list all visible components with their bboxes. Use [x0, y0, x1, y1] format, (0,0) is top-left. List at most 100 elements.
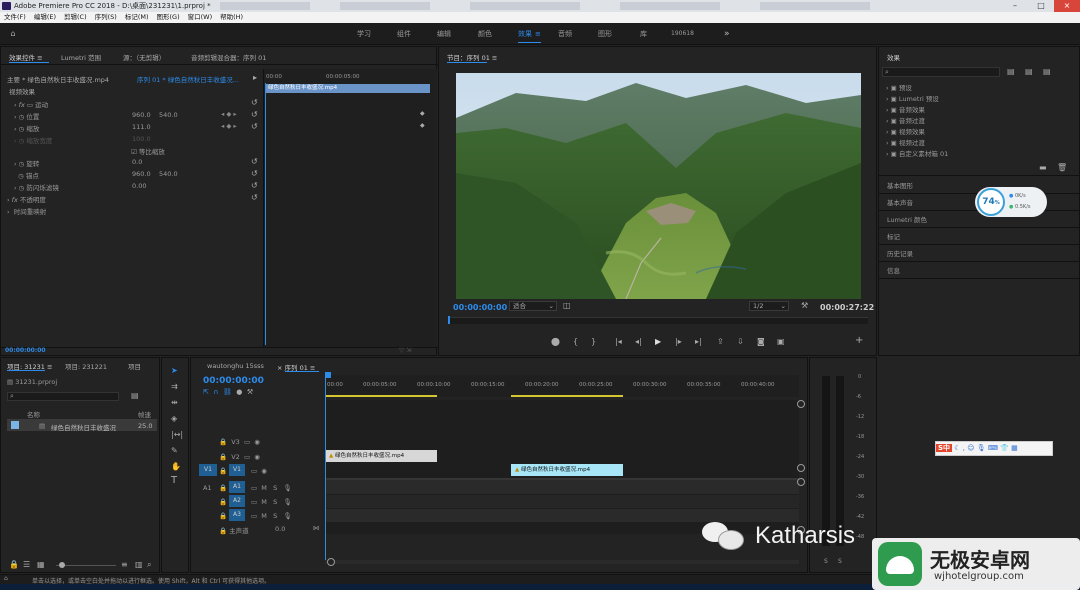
track-v2-header[interactable]: 🔒 V2 ▭ ◉ [219, 453, 260, 461]
keyframe-nav-icon[interactable]: ◂ ◆ ▸ [221, 122, 237, 130]
workspace-menu-icon[interactable]: ≡ [535, 30, 541, 38]
timeline-tracks-area[interactable]: ▲ 绿色自然秋日丰收盛况.mp4 ▲ 绿色自然秋日丰收盛况.mp4 [325, 400, 799, 534]
minimize-icon[interactable]: – [1002, 0, 1028, 12]
effect-controls-timecode[interactable]: 00:00:00:00 [5, 347, 46, 354]
effects-item-video-transitions[interactable]: › ▣ 视频过渡 [886, 137, 925, 147]
program-playhead[interactable] [448, 316, 450, 324]
effects-item-video-effects[interactable]: › ▣ 视频效果 [886, 126, 925, 136]
reset-position-icon[interactable]: ↺ [251, 110, 258, 120]
razor-tool-icon[interactable]: ◈ [171, 414, 177, 424]
new-folder-icon[interactable]: ▬ [1039, 163, 1047, 173]
timeline-clip-v2[interactable]: ▲ 绿色自然秋日丰收盛况.mp4 [325, 450, 437, 462]
workspace-learn[interactable]: 学习 [357, 23, 371, 45]
section-lumetri-color[interactable]: Lumetri 颜色 [887, 214, 927, 224]
icon-view-icon[interactable]: ▦ [37, 560, 45, 570]
program-current-timecode[interactable]: 00:00:00:00 [453, 303, 507, 312]
clip-source-path[interactable]: 主要 * 绿色自然秋日丰收盛况.mp4 [7, 74, 109, 84]
fit-zoom-dropdown[interactable]: 适合 ⌄ [509, 301, 557, 311]
comparison-view-icon[interactable]: ▣ [777, 337, 785, 347]
effects-search-input[interactable]: ⌕ [882, 67, 1000, 77]
opacity-row[interactable]: › fx 不透明度 [7, 194, 46, 204]
menu-file[interactable]: 文件(F) [0, 12, 30, 23]
playback-resolution-dropdown[interactable]: 1/2 ⌄ [749, 301, 789, 311]
position-y-value[interactable]: 540.0 [159, 111, 178, 119]
section-history[interactable]: 历史记录 [887, 248, 913, 258]
timeline-playhead[interactable] [325, 375, 326, 563]
ime-toolbar[interactable]: S中 ☾ , ☺ 🎙 ⌨ 👕 ▦ [935, 441, 1053, 456]
extract-icon[interactable]: ⇩ [737, 337, 744, 347]
track-a3-controls[interactable]: ▭ M S 🎙 [251, 512, 292, 520]
scale-value[interactable]: 111.0 [132, 123, 151, 131]
workspace-color[interactable]: 颜色 [478, 23, 492, 45]
snap-icon[interactable]: ∩ [213, 388, 218, 396]
track-a2-controls[interactable]: ▭ M S 🎙 [251, 498, 292, 506]
menu-sequence[interactable]: 序列(S) [91, 12, 121, 23]
track-a3-lock-icon[interactable]: 🔒 [219, 512, 227, 520]
source-patch-a1[interactable]: A1 [203, 484, 212, 492]
keyframe-icon[interactable]: ◆ [420, 109, 425, 119]
track-select-tool-icon[interactable]: ⇉ [171, 382, 178, 392]
yuv-filter-icon[interactable]: ▤ [1043, 67, 1051, 77]
scroll-handle-left[interactable] [327, 558, 335, 566]
vertical-scroll-handle[interactable] [797, 478, 805, 486]
mini-clip-bar[interactable]: 绿色自然秋日丰收盛况.mp4 [266, 84, 430, 93]
automate-icon[interactable]: ▥ [135, 560, 143, 570]
timeline-settings-icon[interactable]: ⚒ [247, 388, 253, 396]
effects-item-lumetri-presets[interactable]: › ▣ Lumetri 预设 [886, 93, 939, 103]
menu-window[interactable]: 窗口(W) [184, 12, 217, 23]
audio-lane-a1[interactable] [325, 480, 799, 494]
hand-tool-icon[interactable]: ✋ [171, 462, 181, 472]
new-search-bin-icon[interactable]: ▤ [131, 391, 139, 401]
workspace-overflow-icon[interactable]: » [724, 23, 730, 45]
timeline-timecode[interactable]: 00:00:00:00 [203, 376, 264, 386]
reset-antiflicker-icon[interactable]: ↺ [251, 181, 258, 191]
source-patch-v1[interactable]: V1 [199, 464, 217, 476]
workspace-effects[interactable]: 效果 ≡ [518, 23, 541, 45]
track-a1-target[interactable]: A1 [229, 481, 245, 493]
reset-rotation-icon[interactable]: ↺ [251, 157, 258, 167]
tab-source[interactable]: 源：（无剪辑） [123, 52, 165, 62]
list-view-icon[interactable]: ☰ [23, 560, 30, 570]
column-name-header[interactable]: 名称 [27, 409, 40, 419]
lift-icon[interactable]: ⇪ [717, 337, 724, 347]
tab-sequence-wautonghu[interactable]: wautonghu 15sss [207, 362, 264, 370]
track-a2-target[interactable]: A2 [229, 495, 245, 507]
keyframe-nav-icon[interactable]: ◂ ◆ ▸ [221, 110, 237, 118]
tab-project-231221[interactable]: 项目: 231221 [65, 361, 107, 371]
section-essential-sound[interactable]: 基本声音 [887, 197, 913, 207]
track-v3-header[interactable]: 🔒 V3 ▭ ◉ [219, 438, 260, 446]
timeline-clip-v1[interactable]: ▲ 绿色自然秋日丰收盛况.mp4 [511, 464, 623, 476]
close-icon[interactable]: × [1054, 0, 1080, 12]
network-speed-widget[interactable]: 74% ● 0K/s ● 0.5K/s [975, 187, 1047, 217]
home-icon[interactable]: ⌂ [8, 29, 18, 39]
tab-effect-controls[interactable]: 效果控件 ≡ [9, 52, 43, 62]
wrench-settings-icon[interactable]: ⚒ [801, 301, 808, 311]
vertical-scroll-handle[interactable] [797, 464, 805, 472]
reset-opacity-icon[interactable]: ↺ [251, 193, 258, 203]
effects-item-presets[interactable]: › ▣ 预设 [886, 82, 912, 92]
sequence-path[interactable]: 序列 01 * 绿色自然秋日丰收盛况... [137, 74, 239, 84]
vertical-scroll-handle[interactable] [797, 400, 805, 408]
workspace-editing[interactable]: 编辑 [437, 23, 451, 45]
section-info[interactable]: 信息 [887, 265, 900, 275]
workspace-custom[interactable]: 190618 [671, 23, 694, 45]
reset-motion-icon[interactable]: ↺ [251, 98, 258, 108]
workspace-libraries[interactable]: 库 [640, 23, 647, 45]
pen-tool-icon[interactable]: ✎ [171, 446, 178, 456]
audio-lane-a2[interactable] [325, 495, 799, 508]
clip-settings-icon[interactable]: ◫ [563, 301, 571, 311]
selection-tool-icon[interactable]: ➤ [171, 366, 178, 376]
maximize-icon[interactable]: □ [1028, 0, 1054, 12]
menu-marker[interactable]: 标记(M) [121, 12, 153, 23]
track-a2-lock-icon[interactable]: 🔒 [219, 498, 227, 506]
reset-anchor-icon[interactable]: ↺ [251, 169, 258, 179]
column-frame-rate-header[interactable]: 帧速 [138, 409, 151, 419]
horizontal-scrollbar[interactable] [325, 558, 799, 566]
program-scrubber[interactable] [448, 316, 868, 324]
slip-tool-icon[interactable]: |↔| [171, 430, 183, 440]
playhead-handle[interactable] [325, 372, 331, 378]
time-remap-row[interactable]: › 时间重映射 [7, 206, 46, 216]
effects-item-custom-bin[interactable]: › ▣ 自定义素材箱 01 [886, 148, 948, 158]
zoom-slider[interactable] [56, 565, 116, 566]
workspace-audio[interactable]: 音频 [558, 23, 572, 45]
